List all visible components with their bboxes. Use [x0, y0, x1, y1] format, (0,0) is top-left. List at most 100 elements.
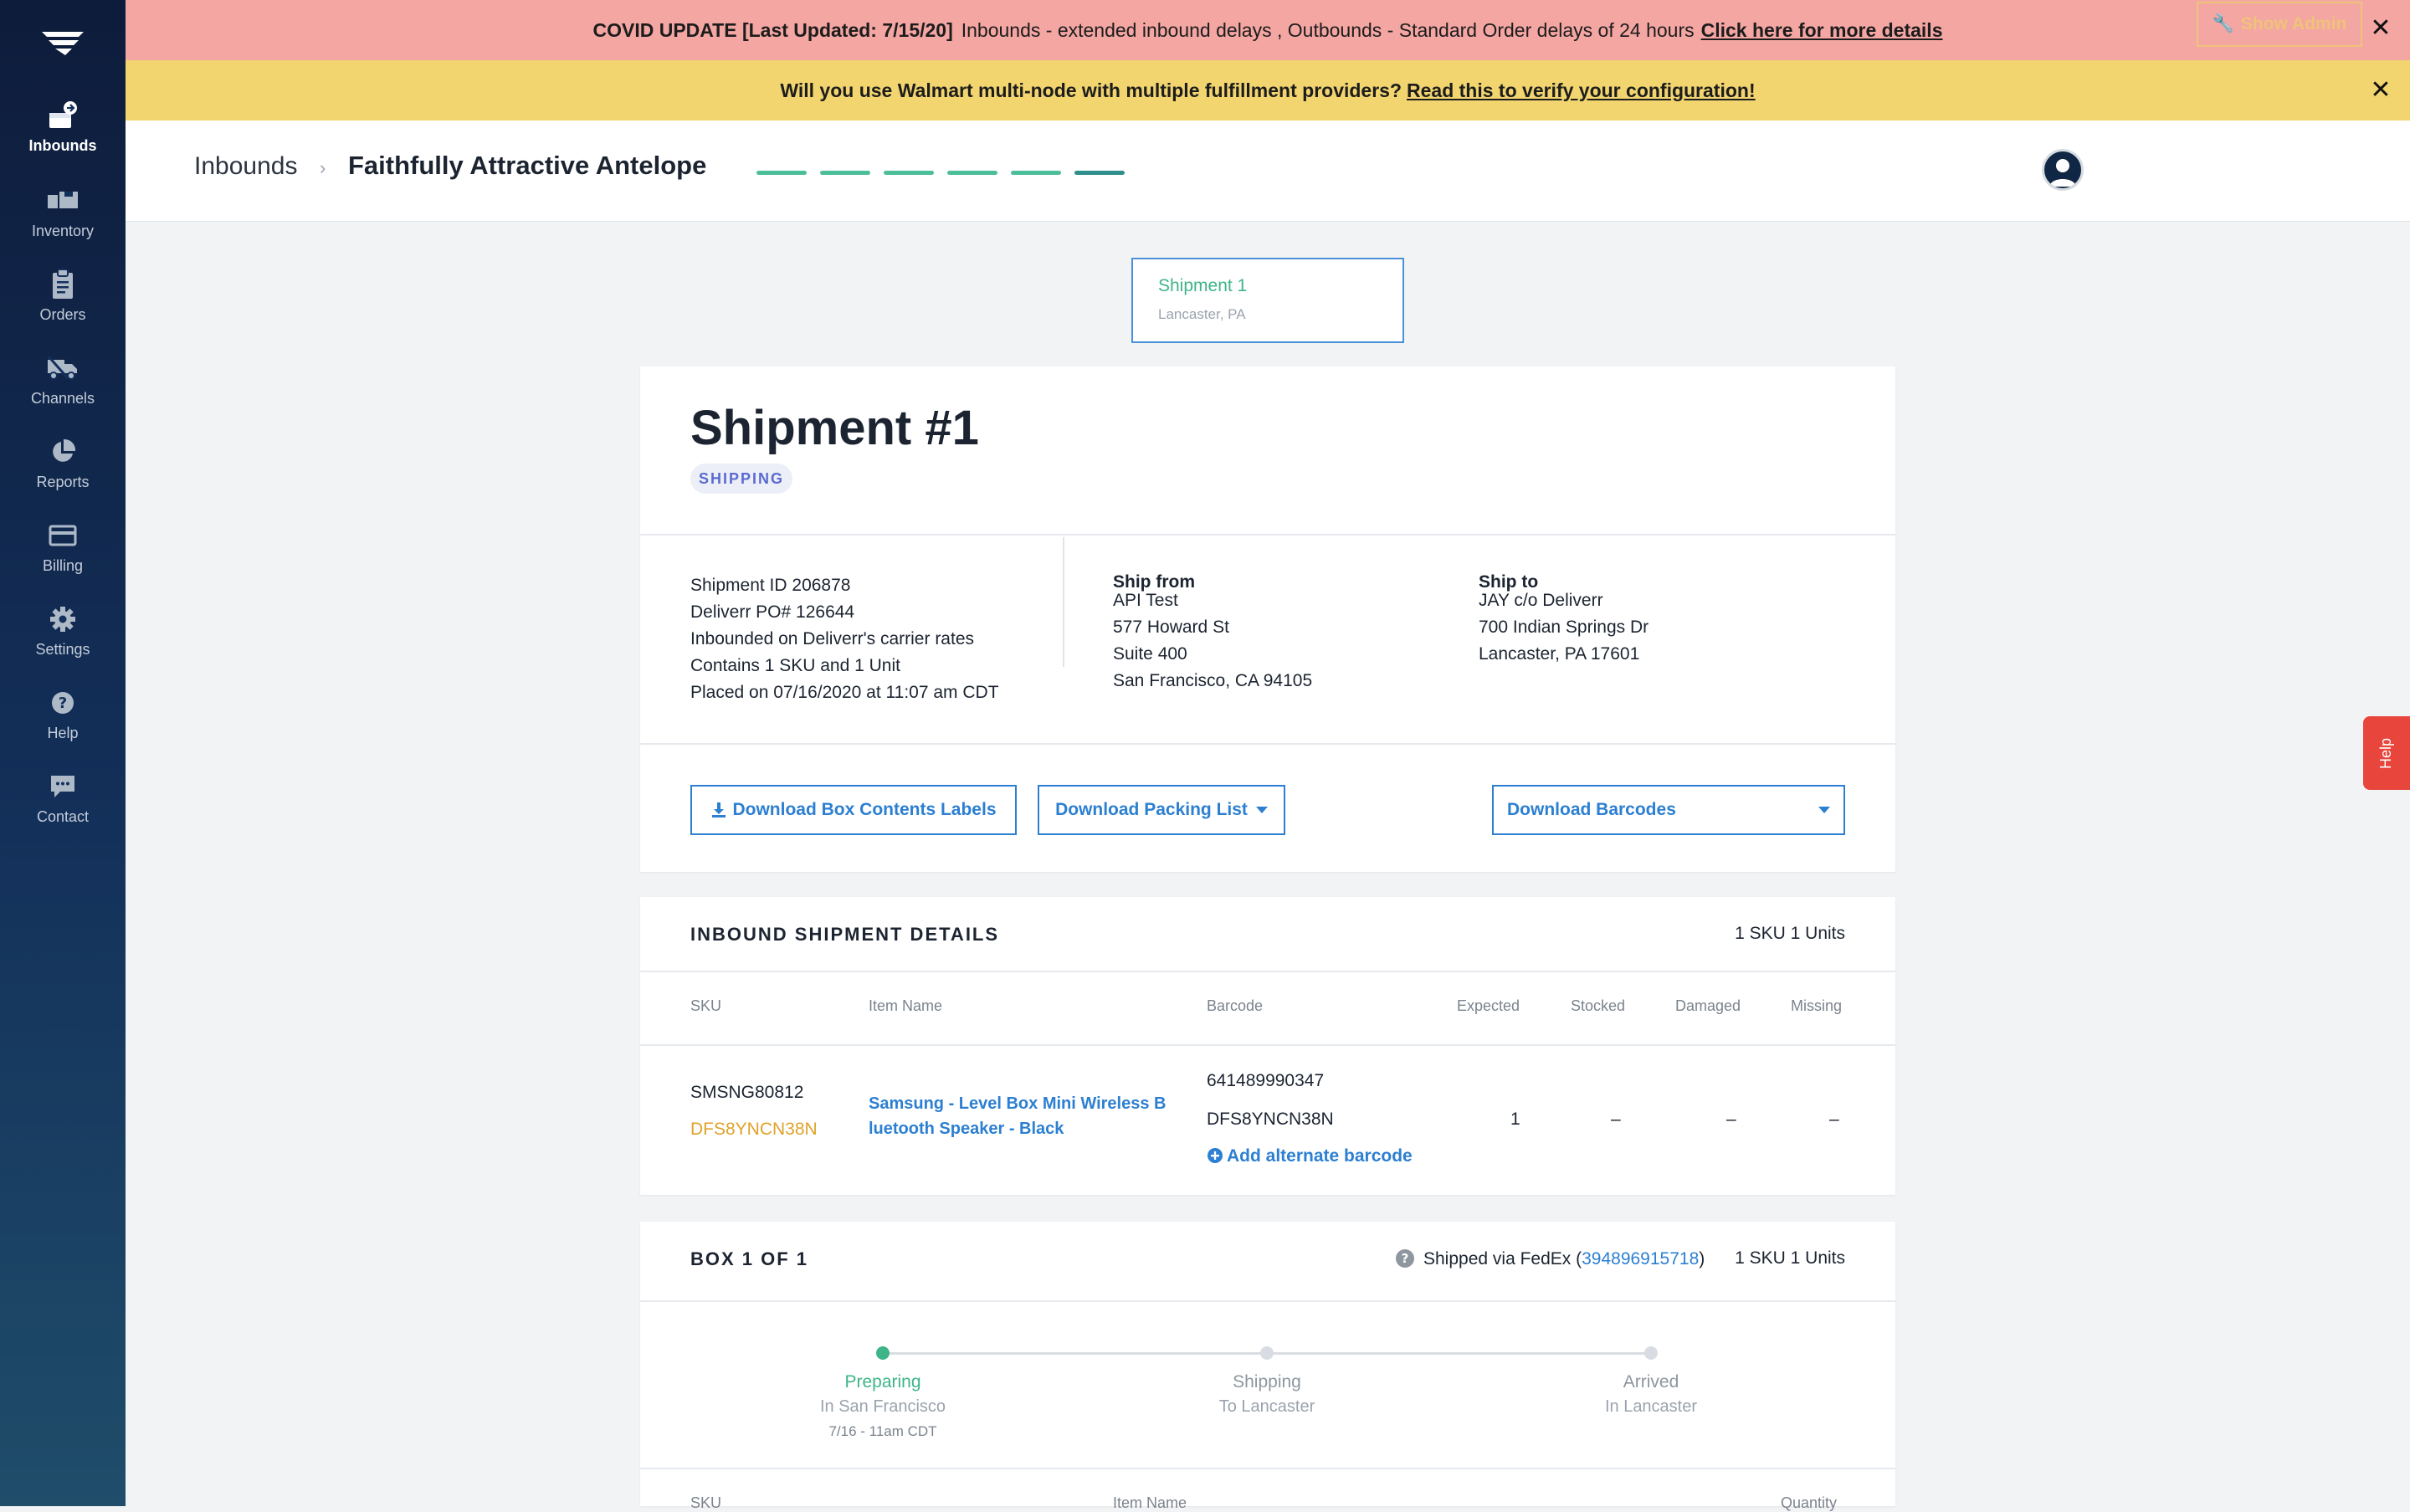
download-packing-list-button[interactable]: Download Packing List: [1038, 785, 1285, 835]
column-header-item-name: Item Name: [1113, 1494, 1187, 1511]
pie-chart-icon: [46, 435, 79, 469]
show-admin-button[interactable]: 🔧 Show Admin: [2197, 2, 2362, 47]
sidebar-item-label: Billing: [42, 557, 84, 574]
damaged-value: –: [1726, 1110, 1736, 1129]
progress-step: [884, 171, 934, 175]
breadcrumb-current: Faithfully Attractive Antelope: [348, 151, 707, 180]
tracking-number-link[interactable]: 394896915718: [1582, 1249, 1699, 1269]
progress-step: [1011, 171, 1061, 175]
sidebar-item-billing[interactable]: Billing: [0, 519, 126, 599]
download-icon: [712, 802, 726, 818]
progress-step: [820, 171, 870, 175]
divider: [640, 1300, 1895, 1302]
chevron-down-icon: [1255, 807, 1268, 813]
help-tab-label: Help: [2377, 737, 2395, 769]
timeline-dot-arrived: [1644, 1346, 1658, 1360]
shipment-tab-label: Shipment 1: [1158, 276, 1248, 295]
walmart-banner-text: Will you use Walmart multi-node with mul…: [780, 79, 1402, 101]
sidebar-item-settings[interactable]: Settings: [0, 602, 126, 683]
download-barcodes-select[interactable]: Download Barcodes: [1492, 785, 1845, 835]
timeline-sub-preparing: In San Francisco: [819, 1397, 946, 1416]
sidebar-item-label: Contact: [36, 808, 90, 825]
sidebar-item-help[interactable]: ? Help: [0, 686, 126, 766]
vertical-divider: [1063, 537, 1064, 667]
item-name-link[interactable]: luetooth Speaker - Black: [869, 1120, 1064, 1139]
ship-from-line: 577 Howard St: [1113, 618, 1229, 637]
deliverr-logo-icon[interactable]: [40, 28, 85, 59]
breadcrumb-inbounds[interactable]: Inbounds: [194, 152, 297, 181]
timeline-label-shipping: Shipping: [1233, 1372, 1301, 1392]
sidebar-item-channels[interactable]: Channels: [0, 351, 126, 432]
timeline-sub-arrived: In Lancaster: [1604, 1397, 1698, 1416]
download-packing-list-label: Download Packing List: [1055, 800, 1248, 819]
question-icon: ?: [46, 686, 79, 720]
shipment-info: Shipment ID 206878 Deliverr PO# 126644 I…: [640, 536, 1895, 702]
inbound-box-icon: [46, 99, 79, 132]
barcode-value: DFS8YNCN38N: [1207, 1110, 1334, 1129]
progress-step: [1074, 171, 1125, 175]
covid-banner: COVID UPDATE [Last Updated: 7/15/20] Inb…: [126, 0, 2410, 61]
column-header-sku: SKU: [690, 997, 722, 1014]
add-alternate-barcode-link[interactable]: Add alternate barcode: [1207, 1146, 1413, 1166]
credit-card-icon: [46, 519, 79, 552]
section-title: INBOUND SHIPMENT DETAILS: [690, 924, 1000, 945]
show-admin-label: Show Admin: [2240, 14, 2347, 33]
gear-icon: [46, 602, 79, 636]
divider: [640, 1468, 1895, 1469]
contents-summary: Contains 1 SKU and 1 Unit: [690, 656, 900, 675]
channels-truck-icon: [46, 351, 79, 385]
ship-to-line: JAY c/o Deliverr: [1479, 591, 1603, 610]
clipboard-icon: [46, 268, 79, 301]
ship-to-line: Lancaster, PA 17601: [1479, 644, 1640, 664]
sidebar-item-orders[interactable]: Orders: [0, 268, 126, 348]
walmart-config-link[interactable]: Read this to verify your configuration!: [1407, 79, 1756, 102]
sidebar: Inbounds Inventory Orders Channels Repor…: [0, 0, 126, 1506]
page-header: Inbounds › Faithfully Attractive Antelop…: [126, 120, 2410, 222]
help-tab[interactable]: Help: [2363, 716, 2410, 790]
progress-steps: [756, 171, 1125, 175]
sku-value: SMSNG80812: [690, 1083, 804, 1102]
close-icon[interactable]: ✕: [2368, 14, 2393, 42]
item-name-link[interactable]: Samsung - Level Box Mini Wireless B: [869, 1094, 1166, 1114]
inbound-details-card: INBOUND SHIPMENT DETAILS 1 SKU 1 Units S…: [640, 897, 1895, 1195]
status-badge: SHIPPING: [690, 464, 792, 494]
sidebar-item-label: Channels: [30, 390, 95, 407]
box-title: BOX 1 OF 1: [690, 1248, 809, 1269]
column-header-sku: SKU: [690, 1494, 722, 1511]
sidebar-item-inventory[interactable]: Inventory: [0, 184, 126, 264]
column-header-stocked: Stocked: [1571, 997, 1626, 1014]
close-icon[interactable]: ✕: [2368, 76, 2393, 104]
download-box-labels-button[interactable]: Download Box Contents Labels: [690, 785, 1017, 835]
column-header-quantity: Quantity: [1781, 1494, 1838, 1511]
barcode-value: 641489990347: [1207, 1071, 1325, 1090]
covid-details-link[interactable]: Click here for more details: [1701, 19, 1943, 42]
walmart-banner: Will you use Walmart multi-node with mul…: [126, 60, 2410, 120]
sidebar-item-label: Inbounds: [28, 137, 97, 154]
sidebar-item-label: Orders: [39, 306, 86, 323]
svg-text:?: ?: [59, 694, 67, 712]
shipped-via: ? Shipped via FedEx (394896915718): [1395, 1248, 1705, 1269]
timeline-date-preparing: 7/16 - 11am CDT: [828, 1423, 937, 1439]
column-header-damaged: Damaged: [1675, 997, 1741, 1014]
question-icon[interactable]: ?: [1395, 1248, 1415, 1269]
user-icon: [2049, 159, 2076, 187]
avatar[interactable]: [2042, 149, 2084, 191]
sidebar-item-inbounds[interactable]: Inbounds: [0, 99, 126, 179]
shipment-card: Shipment #1 SHIPPING Shipment ID 206878 …: [640, 366, 1895, 872]
download-box-labels-label: Download Box Contents Labels: [732, 800, 997, 819]
ship-from-line: API Test: [1113, 591, 1178, 610]
wrench-icon: 🔧: [2212, 14, 2234, 33]
svg-text:?: ?: [1402, 1251, 1409, 1266]
column-header-expected: Expected: [1457, 997, 1520, 1014]
ship-to-title: Ship to: [1479, 572, 1539, 592]
progress-step: [947, 171, 997, 175]
sidebar-item-contact[interactable]: Contact: [0, 770, 126, 850]
shipment-tab[interactable]: Shipment 1 Lancaster, PA: [1131, 258, 1404, 343]
plus-circle-icon: [1208, 1148, 1223, 1163]
covid-banner-text: Inbounds - extended inbound delays , Out…: [961, 18, 1695, 41]
shipped-via-suffix: ): [1699, 1249, 1705, 1269]
ship-from-line: Suite 400: [1113, 644, 1187, 664]
divider: [640, 743, 1895, 745]
ship-to-line: 700 Indian Springs Dr: [1479, 618, 1649, 637]
sidebar-item-reports[interactable]: Reports: [0, 435, 126, 515]
